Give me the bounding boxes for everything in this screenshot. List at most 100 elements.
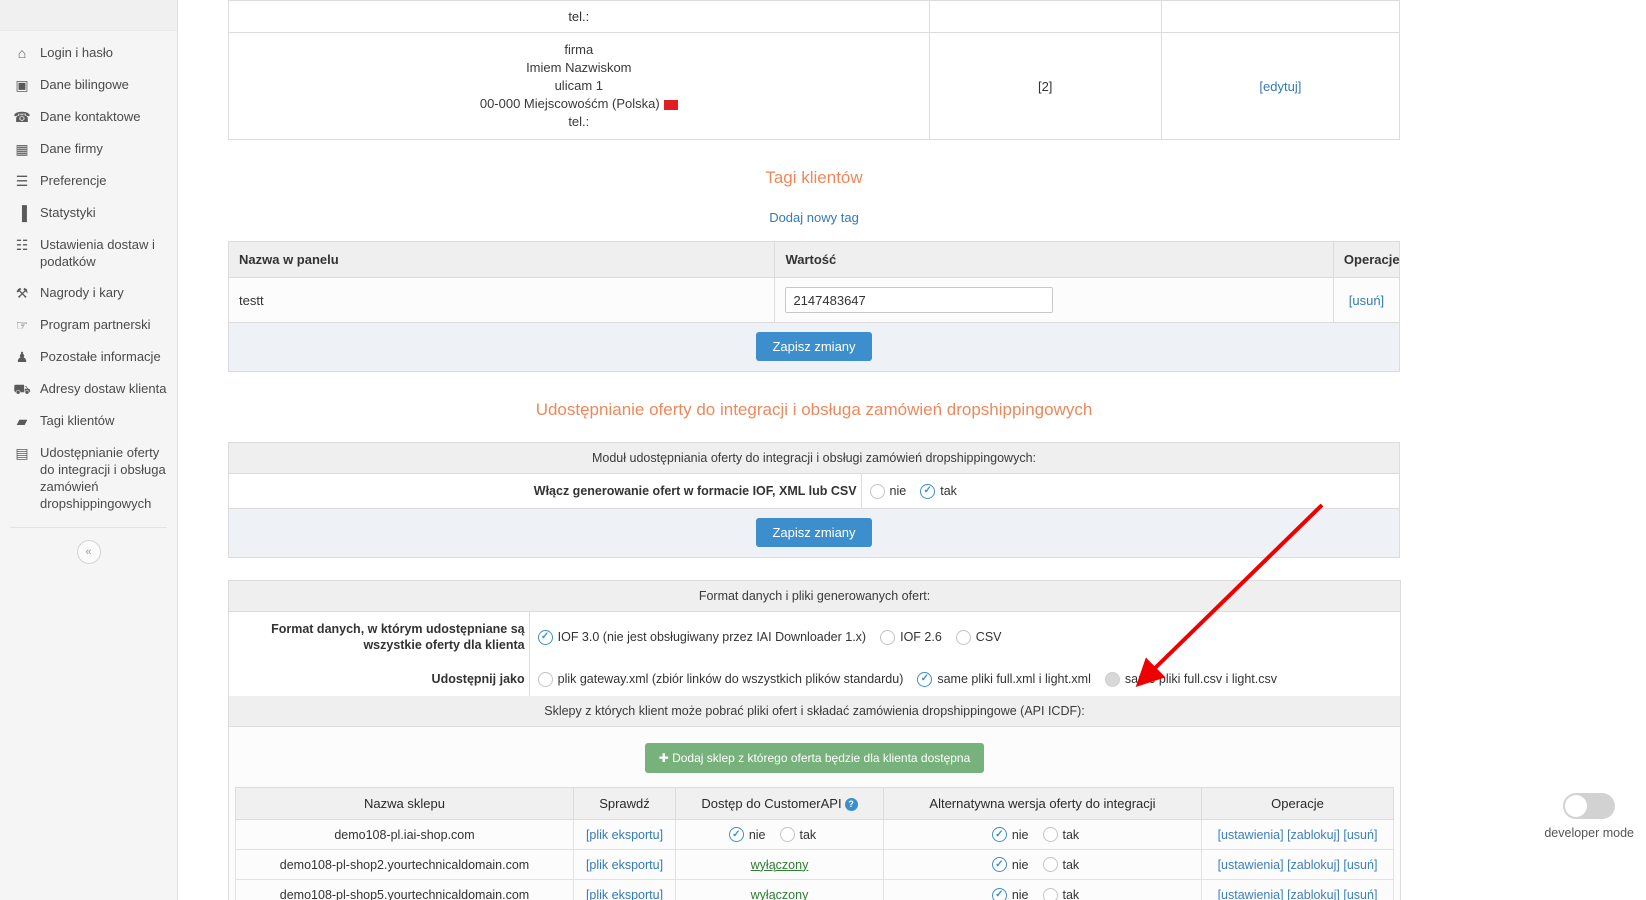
shop-alt-version-cell: nie tak xyxy=(883,819,1202,851)
sidebar-item-8[interactable]: ☞ Program partnerski xyxy=(0,309,177,341)
address-line-1: Imiem Nazwiskom xyxy=(526,60,632,75)
settings-link[interactable]: [ustawienia] xyxy=(1218,858,1284,872)
share-as-option-0[interactable]: plik gateway.xml (zbiór linków do wszyst… xyxy=(537,671,903,687)
sidebar-item-1[interactable]: ▣ Dane bilingowe xyxy=(0,69,177,101)
format-data-option-label: IOF 3.0 (nie jest obsługiwany przez IAI … xyxy=(557,630,867,645)
sidebar-item-5[interactable]: ▐ Statystyki xyxy=(0,197,177,229)
radio-icon[interactable] xyxy=(955,629,971,645)
tags-table: Nazwa w panelu Wartość Operacje testt [us… xyxy=(227,241,1401,323)
alt-version-option-0[interactable]: nie xyxy=(991,827,1029,843)
export-file-link[interactable]: [plik eksportu] xyxy=(586,858,663,872)
sidebar-item-label: Udostępnianie oferty do integracji i obs… xyxy=(40,445,166,511)
shop-customer-api-cell: wyłączony xyxy=(675,879,884,900)
radio-icon[interactable] xyxy=(880,629,896,645)
shops-header-row: Sklepy z których klient może pobrać plik… xyxy=(228,696,1401,727)
module-enable-option-0[interactable]: nie xyxy=(869,483,906,499)
tag-value-input[interactable] xyxy=(785,287,1054,313)
delete-link[interactable]: [usuń] xyxy=(1343,888,1377,900)
edit-address-link[interactable]: [edytuj] xyxy=(1259,79,1301,94)
radio-icon[interactable] xyxy=(728,827,744,843)
customer-api-option-label: tak xyxy=(799,827,817,842)
sidebar-item-11[interactable]: ▰ Tagi klientów xyxy=(0,405,177,437)
sidebar-item-6[interactable]: ☷ Ustawienia dostaw i podatków xyxy=(0,229,177,277)
add-shop-button[interactable]: ✚ Dodaj sklep z którego oferta będzie dl… xyxy=(644,743,985,773)
radio-icon[interactable] xyxy=(917,671,933,687)
customer-api-disabled-link[interactable]: wyłączony xyxy=(751,888,809,900)
sidebar-item-9[interactable]: ♟ Pozostałe informacje xyxy=(0,341,177,373)
radio-icon[interactable] xyxy=(991,887,1007,900)
radio-icon[interactable] xyxy=(991,857,1007,873)
block-link[interactable]: [zablokuj] xyxy=(1287,888,1340,900)
radio-icon[interactable] xyxy=(1042,827,1058,843)
address-line-0: firma xyxy=(564,42,594,57)
sidebar-collapse-button[interactable]: « xyxy=(76,540,101,564)
sidebar-item-12[interactable]: ▤ Udostępnianie oferty do integracji i ob… xyxy=(0,437,177,519)
home-icon: ⌂ xyxy=(17,44,27,61)
user-icon: ♟ xyxy=(15,348,29,365)
export-file-link[interactable]: [plik eksportu] xyxy=(586,828,663,842)
delete-link[interactable]: [usuń] xyxy=(1343,858,1377,872)
bank-icon: ☷ xyxy=(15,236,29,253)
alt-version-option-1[interactable]: tak xyxy=(1042,827,1079,843)
radio-icon[interactable] xyxy=(920,483,936,499)
format-data-option-2[interactable]: CSV xyxy=(955,629,1002,645)
alt-version-option-1[interactable]: tak xyxy=(1042,887,1079,900)
settings-link[interactable]: [ustawienia] xyxy=(1218,888,1284,900)
save-module-button[interactable]: Zapisz zmiany xyxy=(756,518,872,547)
format-panel: Format danych i pliki generowanych ofert… xyxy=(228,580,1401,900)
module-panel-header-row: Moduł udostępniania oferty do integracji… xyxy=(228,442,1400,474)
radio-icon[interactable] xyxy=(537,629,553,645)
export-file-link[interactable]: [plik eksportu] xyxy=(586,888,663,900)
save-tags-button[interactable]: Zapisz zmiany xyxy=(756,332,872,361)
customer-api-option-0[interactable]: nie xyxy=(728,827,766,843)
tag-icon: ▰ xyxy=(16,412,28,429)
alt-version-option-0[interactable]: nie xyxy=(991,887,1029,900)
sidebar-item-2[interactable]: ☎ Dane kontaktowe xyxy=(0,101,177,133)
shop-name-cell: demo108-pl-shop2.yourtechnicaldomain.com xyxy=(235,849,574,881)
tag-ops-cell: [usuń] xyxy=(1332,277,1401,323)
radio-icon[interactable] xyxy=(537,671,553,687)
tags-col-value: Wartość xyxy=(774,241,1334,278)
module-enable-options: nie tak xyxy=(860,473,1400,509)
module-enable-option-1[interactable]: tak xyxy=(920,483,957,499)
shops-col-customer-api: Dostęp do CustomerAPI? xyxy=(675,786,884,821)
shops-table-cell: Nazwa sklepu Sprawdź Dostęp do CustomerA… xyxy=(228,786,1401,900)
customer-api-option-1[interactable]: tak xyxy=(779,827,817,843)
radio-icon[interactable] xyxy=(779,827,795,843)
alt-version-option-label: nie xyxy=(1011,857,1029,872)
format-data-option-label: IOF 2.6 xyxy=(900,630,942,645)
format-data-option-0[interactable]: IOF 3.0 (nie jest obsługiwany przez IAI … xyxy=(537,629,867,645)
radio-icon[interactable] xyxy=(1104,671,1120,687)
share-as-option-2[interactable]: same pliki full.csv i light.csv xyxy=(1104,671,1277,687)
delete-link[interactable]: [usuń] xyxy=(1343,828,1377,842)
sidebar-item-0[interactable]: ⌂ Login i hasło xyxy=(0,37,177,69)
share-as-option-1[interactable]: same pliki full.xml i light.xml xyxy=(917,671,1091,687)
sidebar-item-7[interactable]: ⚒ Nagrody i kary xyxy=(0,277,177,309)
radio-icon[interactable] xyxy=(991,827,1007,843)
module-panel: Moduł udostępniania oferty do integracji… xyxy=(228,442,1400,558)
block-link[interactable]: [zablokuj] xyxy=(1287,828,1340,842)
customer-api-option-label: nie xyxy=(748,827,766,842)
block-link[interactable]: [zablokuj] xyxy=(1287,858,1340,872)
module-panel-header: Moduł udostępniania oferty do integracji… xyxy=(228,442,1400,474)
alt-version-option-1[interactable]: tak xyxy=(1042,857,1079,873)
sidebar-item-label: Ustawienia dostaw i podatków xyxy=(40,237,155,269)
format-row-1: Udostępnij jako plik gateway.xml (zbiór … xyxy=(228,662,1401,696)
sidebar-item-4[interactable]: ☰ Preferencje xyxy=(0,165,177,197)
developer-mode-toggle[interactable] xyxy=(1563,793,1616,819)
customer-api-disabled-link[interactable]: wyłączony xyxy=(751,858,809,872)
radio-icon[interactable] xyxy=(1042,887,1058,900)
help-icon[interactable]: ? xyxy=(844,798,858,812)
tags-col-operations: Operacje xyxy=(1332,241,1401,278)
shop-alt-version-cell: nie tak xyxy=(883,849,1202,881)
alt-version-option-0[interactable]: nie xyxy=(991,857,1029,873)
settings-link[interactable]: [ustawienia] xyxy=(1218,828,1284,842)
add-new-tag-link[interactable]: Dodaj nowy tag xyxy=(769,210,859,225)
sidebar-item-3[interactable]: ▦ Dane firmy xyxy=(0,133,177,165)
format-data-option-1[interactable]: IOF 2.6 xyxy=(880,629,942,645)
delete-tag-link[interactable]: [usuń] xyxy=(1349,293,1384,308)
radio-icon[interactable] xyxy=(1042,857,1058,873)
share-as-option-label: same pliki full.xml i light.xml xyxy=(937,672,1091,687)
sidebar-item-10[interactable]: ⛟ Adresy dostaw klienta xyxy=(0,373,177,405)
radio-icon[interactable] xyxy=(869,483,885,499)
